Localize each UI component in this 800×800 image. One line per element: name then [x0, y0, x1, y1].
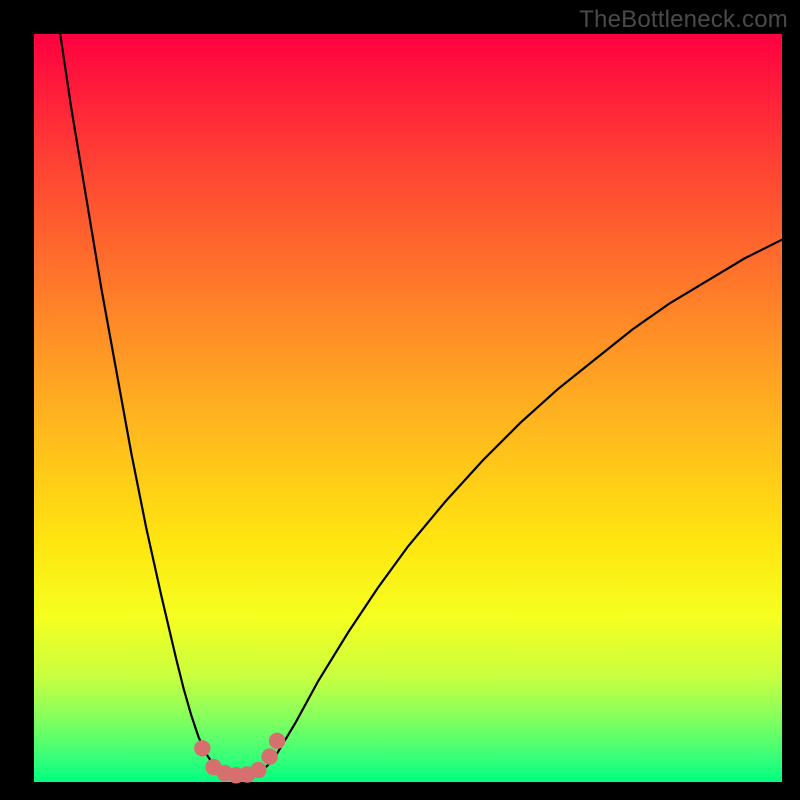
curve-marker [269, 733, 285, 749]
watermark-text: TheBottleneck.com [579, 6, 788, 34]
chart-svg [34, 34, 782, 782]
chart-frame: TheBottleneck.com [0, 0, 800, 800]
curve-marker [261, 748, 277, 764]
plot-area [34, 34, 782, 782]
curve-line [60, 34, 782, 777]
curve-marker [194, 740, 210, 756]
curve-marker [250, 762, 266, 778]
